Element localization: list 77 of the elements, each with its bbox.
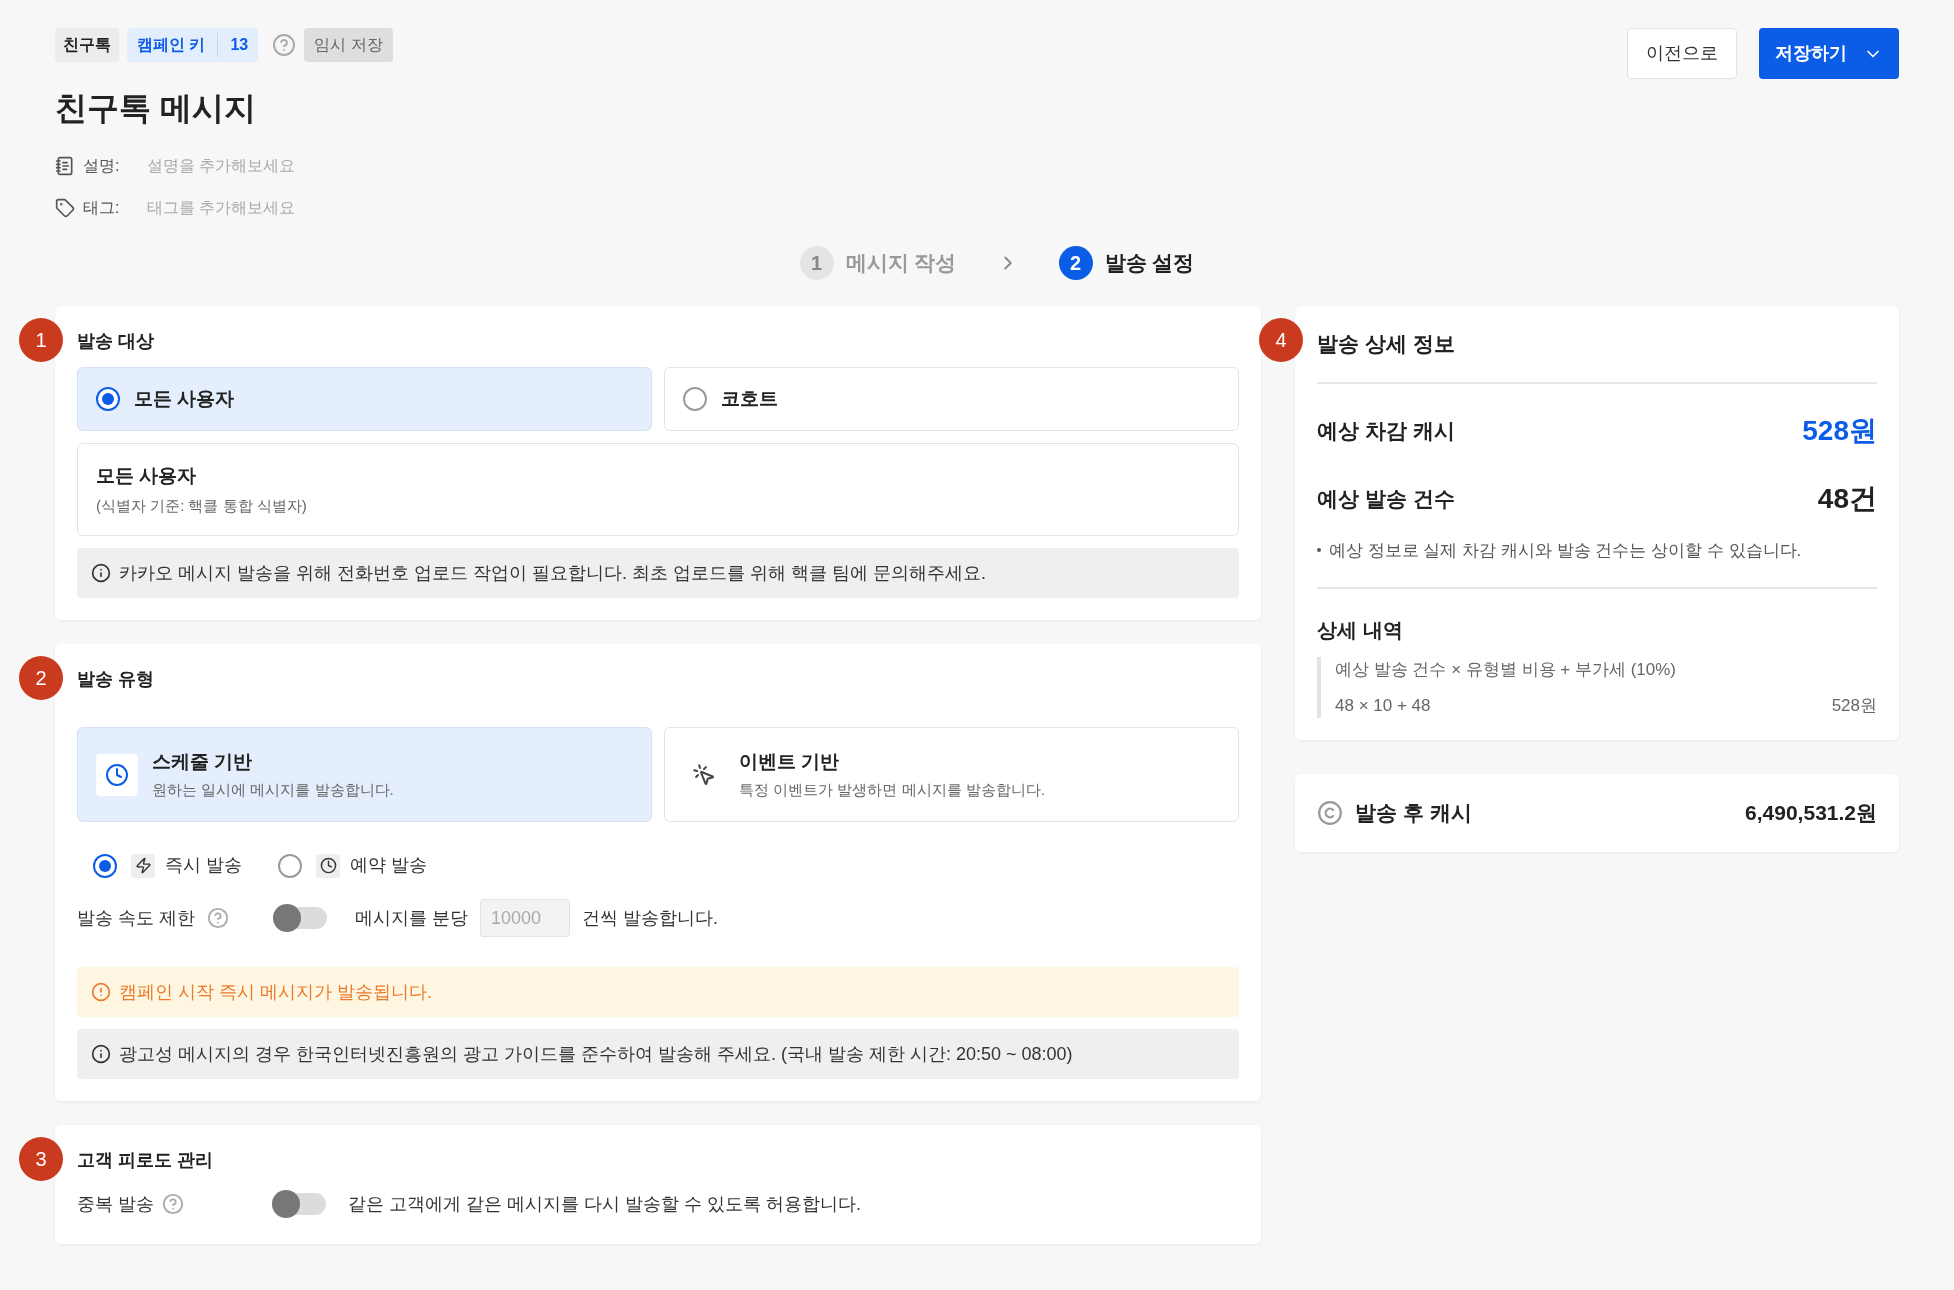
total-text: 528원 — [1831, 694, 1877, 717]
radio-button[interactable] — [93, 853, 117, 878]
rate-limit-label: 발송 속도 제한 — [77, 906, 195, 930]
toggle-switch[interactable] — [272, 1190, 326, 1218]
coin-icon — [1317, 800, 1343, 826]
balance-label: 발송 후 캐시 — [1355, 800, 1472, 827]
meta-input-field[interactable]: 설명을 추가해보세요 — [147, 154, 447, 178]
lightning-icon — [134, 857, 152, 874]
toggle-switch[interactable] — [273, 904, 327, 932]
step-marker: 4 — [1259, 318, 1303, 362]
summary-value: 528원 — [1802, 413, 1877, 448]
step-marker: 1 — [19, 318, 63, 362]
timing-label: 예약 발송 — [350, 854, 428, 877]
section-title: 발송 대상 — [77, 330, 155, 353]
section-title: 고객 피로도 관리 — [77, 1149, 214, 1172]
rate-prefix-text: 메시지를 분당 — [355, 906, 469, 930]
notice-text: 광고성 메시지의 경우 한국인터넷진흥원의 광고 가이드를 준수하여 발송해 주세요. (국내 발송 제한 시간: 20:50 ~ 08:00) — [119, 1042, 1073, 1066]
option-description: 원하는 일시에 메시지를 발송합니다. — [152, 779, 394, 800]
estimate-note: 예상 정보로 실제 차감 캐시와 발송 건수는 상이할 수 있습니다. — [1329, 539, 1802, 562]
meta-label: 태그: — [83, 198, 121, 218]
summary-label: 예상 발송 건수 — [1317, 485, 1455, 512]
help-icon[interactable] — [162, 1193, 184, 1215]
help-icon[interactable] — [207, 907, 229, 929]
bullet-icon — [1317, 548, 1321, 553]
option-description: 특정 이벤트가 발생하면 메시지를 발송합니다. — [739, 779, 1045, 800]
campaign-key-label: 캠페인 키 — [137, 33, 219, 57]
clock-icon — [319, 857, 337, 874]
target-option[interactable]: 코호트 — [664, 367, 1239, 431]
back-button[interactable]: 이전으로 — [1627, 28, 1737, 79]
summary-title: 발송 상세 정보 — [1317, 331, 1456, 357]
campaign-key-value: 13 — [230, 35, 249, 55]
duplicate-label: 중복 발송 — [77, 1192, 154, 1216]
tag-icon — [55, 198, 75, 218]
section-title: 발송 유형 — [77, 668, 155, 691]
radio-button[interactable] — [96, 387, 120, 411]
option-label: 코호트 — [721, 386, 778, 411]
clock-icon — [105, 762, 129, 787]
save-button[interactable]: 저장하기 — [1759, 28, 1899, 79]
alert-icon — [91, 982, 111, 1002]
radio-button[interactable] — [683, 387, 707, 411]
info-icon — [91, 563, 111, 583]
note-icon — [55, 156, 75, 176]
duplicate-description: 같은 고객에게 같은 메시지를 다시 발송할 수 있도록 허용합니다. — [348, 1192, 862, 1216]
status-badge: 임시 저장 — [304, 28, 393, 62]
page-title: 친구톡 메시지 — [55, 89, 257, 128]
radio-button[interactable] — [278, 853, 302, 878]
meta-label: 설명: — [83, 156, 121, 176]
summary-value: 48건 — [1817, 481, 1877, 516]
balance-value: 6,490,531.2원 — [1745, 800, 1877, 827]
help-icon[interactable] — [272, 33, 297, 57]
step-label: 발송 설정 — [1104, 250, 1195, 277]
breakdown-title: 상세 내역 — [1317, 618, 1404, 643]
target-option[interactable]: 모든 사용자 — [77, 367, 652, 431]
option-title: 스케줄 기반 — [152, 750, 254, 774]
calculation-text: 48 × 10 + 48 — [1335, 694, 1431, 717]
step-label: 메시지 작성 — [845, 250, 957, 277]
option-title: 이벤트 기반 — [739, 750, 841, 774]
formula-text: 예상 발송 건수 × 유형별 비용 + 부가세 (10%) — [1335, 659, 1677, 681]
info-icon — [91, 1044, 111, 1064]
send-type-option[interactable]: 스케줄 기반 원하는 일시에 메시지를 발송합니다. — [77, 727, 652, 822]
notice-text: 카카오 메시지 발송을 위해 전화번호 업로드 작업이 필요합니다. 최초 업로드를 위해 핵클 팀에 문의해주세요. — [119, 561, 986, 585]
step-tab[interactable]: 2 발송 설정 — [1058, 246, 1195, 280]
step-marker: 3 — [19, 1137, 63, 1181]
timing-label: 즉시 발송 — [165, 854, 242, 877]
warning-text: 캠페인 시작 즉시 메시지가 발송됩니다. — [119, 980, 432, 1004]
step-number: 2 — [1058, 246, 1093, 280]
channel-badge: 친구톡 — [55, 28, 119, 62]
meta-input-field[interactable]: 태그를 추가해보세요 — [147, 196, 447, 220]
cursor-click-icon — [692, 762, 716, 787]
summary-label: 예상 차감 캐시 — [1317, 417, 1455, 444]
detail-subtitle: (식별자 기준: 핵클 통합 식별자) — [96, 495, 308, 516]
option-label: 모든 사용자 — [134, 386, 235, 411]
step-number: 1 — [799, 246, 834, 280]
detail-title: 모든 사용자 — [96, 464, 198, 488]
step-marker: 2 — [19, 656, 63, 700]
rate-suffix-text: 건씩 발송합니다. — [582, 906, 719, 930]
send-type-option[interactable]: 이벤트 기반 특정 이벤트가 발생하면 메시지를 발송합니다. — [664, 727, 1239, 822]
